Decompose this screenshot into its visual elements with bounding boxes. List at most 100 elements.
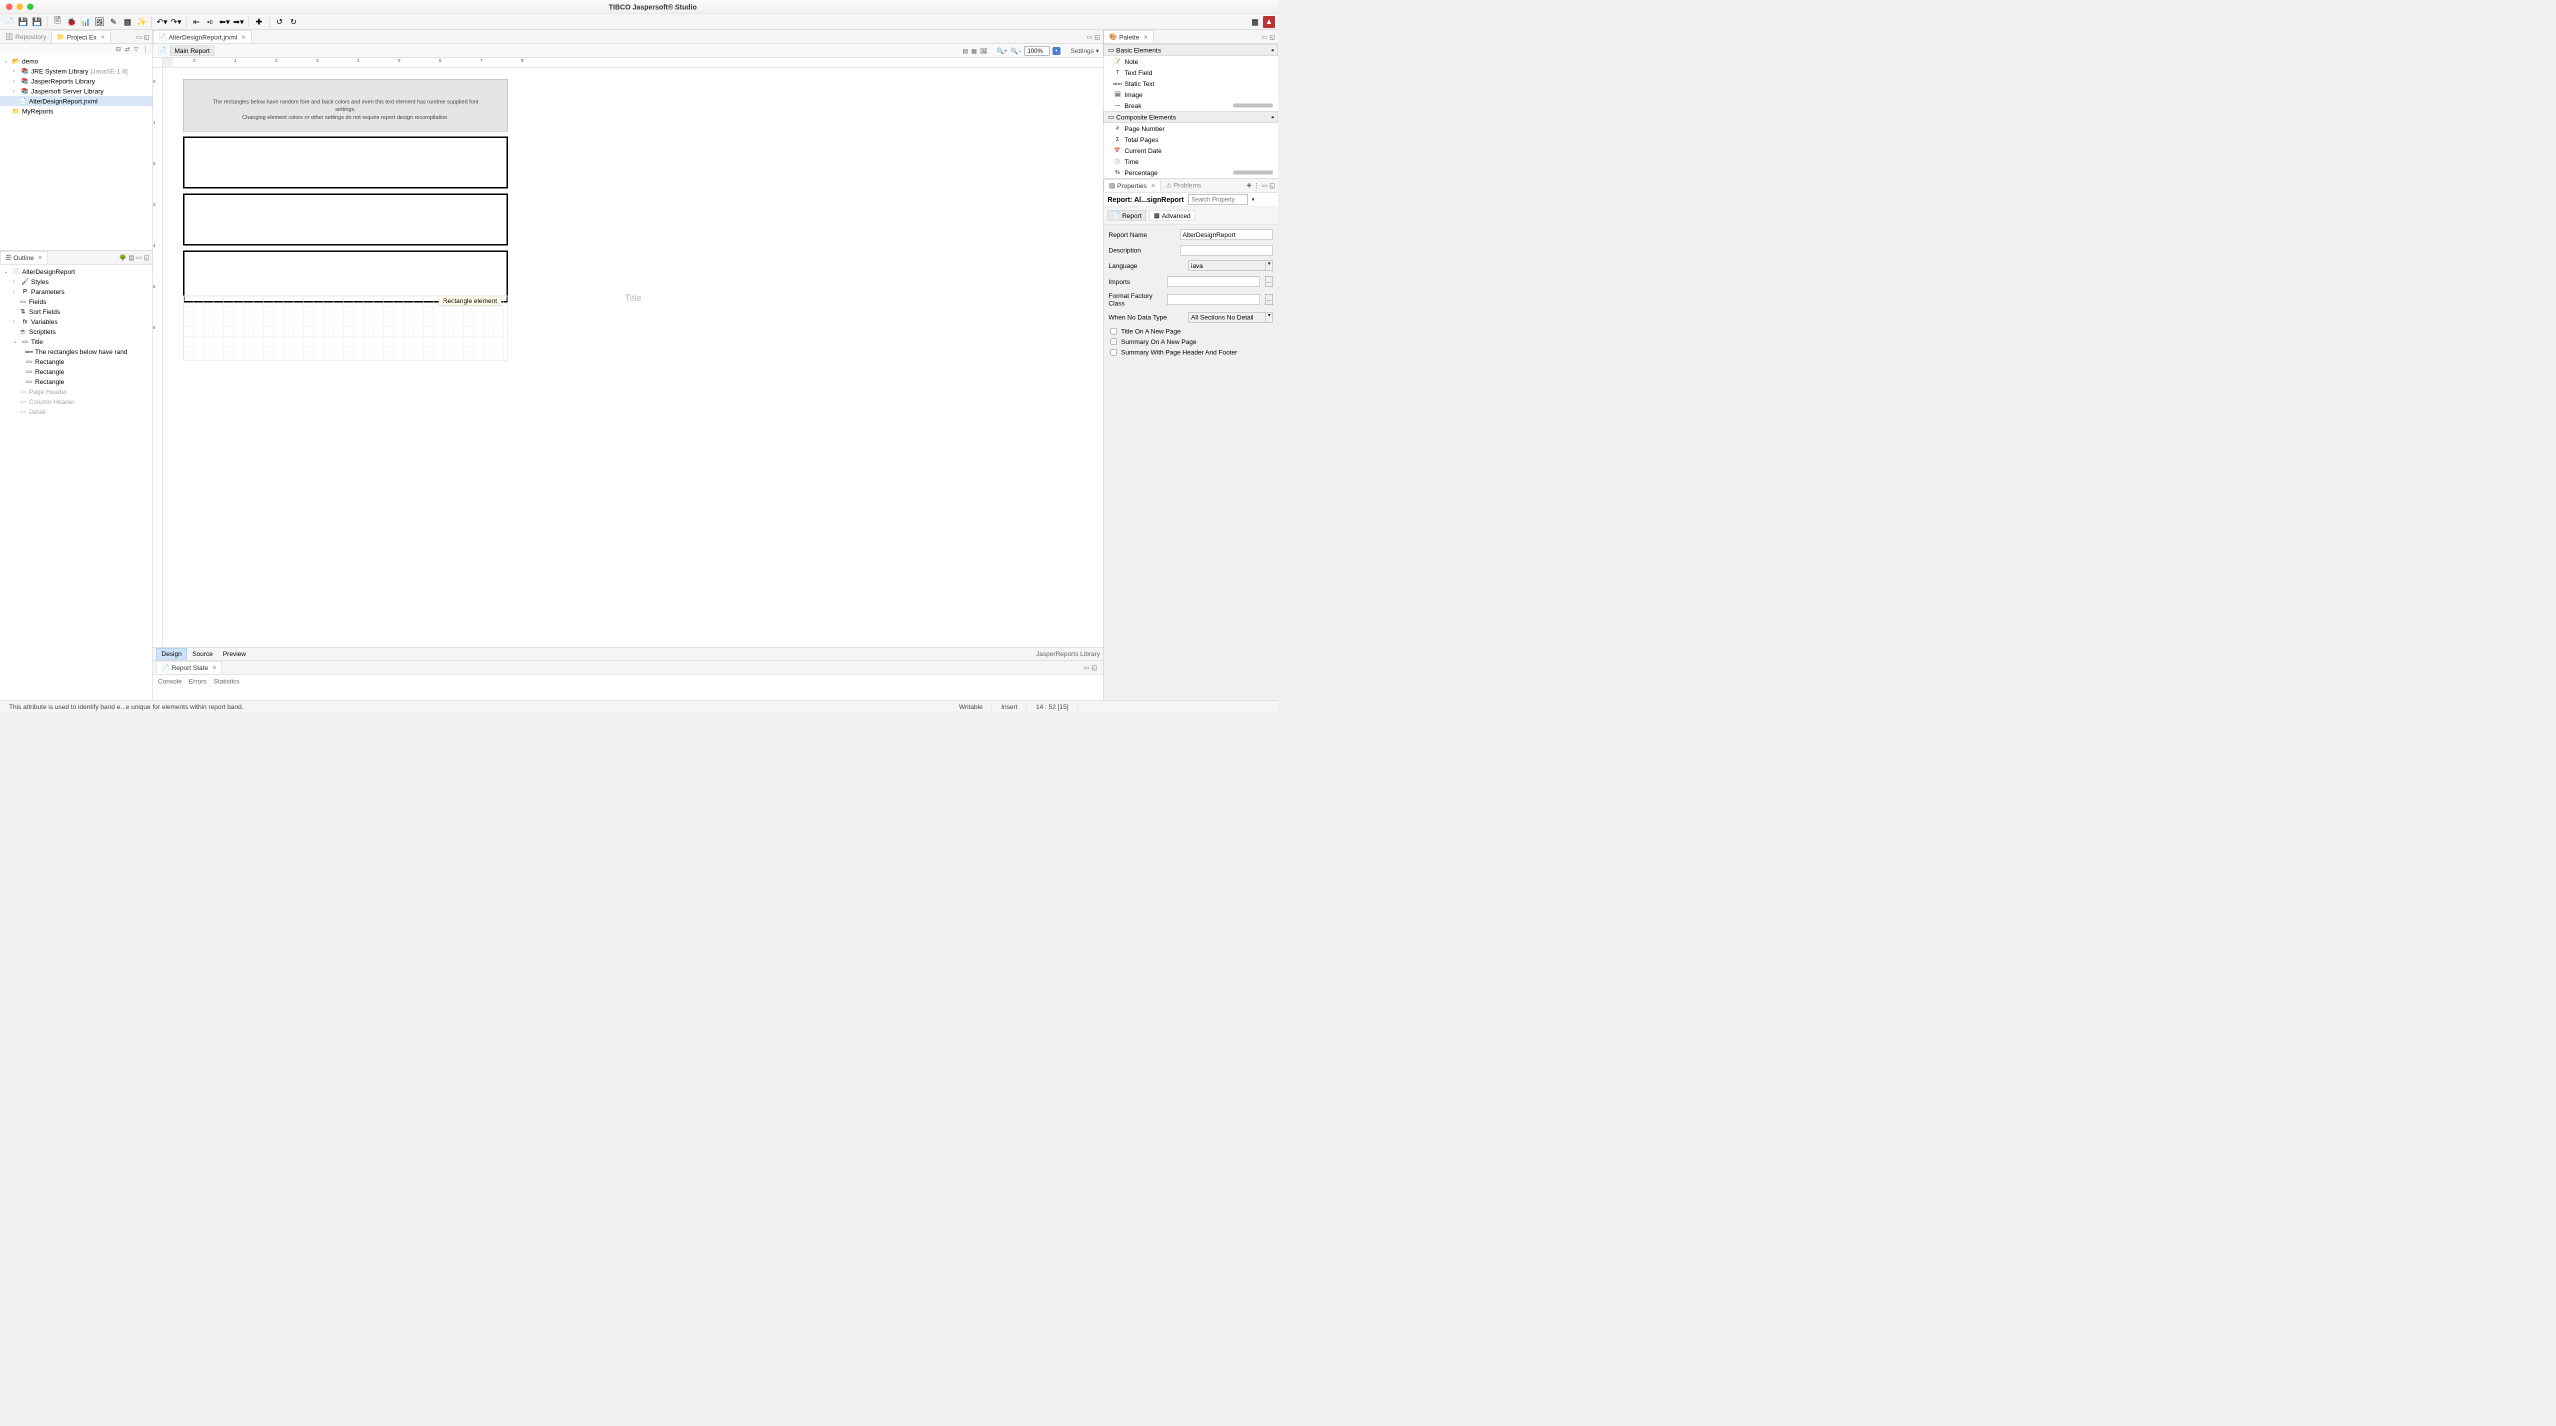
twisty-icon[interactable]: › [13, 289, 19, 295]
maximize-view-icon[interactable]: ◱ [1269, 182, 1275, 189]
chevron-down-icon[interactable]: ▾ [1252, 197, 1255, 203]
chk-summary-new-page[interactable] [1111, 339, 1118, 346]
outline-sort-fields[interactable]: ⇅ Sort Fields [0, 307, 153, 317]
new-icon[interactable]: 📄 [3, 16, 15, 28]
close-window-button[interactable] [6, 4, 13, 11]
close-icon[interactable]: ✕ [212, 664, 217, 671]
tree-item-jasperreports-lib[interactable]: › 📚 JasperReports Library [0, 76, 153, 86]
palette-item-textfield[interactable]: TText Field [1104, 67, 1279, 78]
twisty-icon[interactable]: › [13, 279, 19, 285]
palette-item-pagenumber[interactable]: #Page Number [1104, 123, 1279, 134]
close-icon[interactable]: ✕ [1143, 34, 1148, 41]
nav-back-icon[interactable]: ⇤ [191, 16, 203, 28]
tab-project-explorer[interactable]: 📁 Project Ex ✕ [51, 31, 110, 44]
search-property-input[interactable] [1188, 195, 1248, 205]
tab-repository[interactable]: 🗄 Repository [0, 31, 51, 43]
minimize-window-button[interactable] [17, 4, 24, 11]
btab-design[interactable]: Design [156, 648, 187, 660]
tab-problems[interactable]: ⚠ Problems [1161, 179, 1206, 191]
twisty-icon[interactable]: › [13, 68, 19, 74]
input-format-factory[interactable] [1167, 294, 1260, 305]
outline-title-band[interactable]: ⌄ ▭ Title [0, 337, 153, 347]
outline-rectangle-2[interactable]: ▭ Rectangle [0, 367, 153, 377]
save-all-icon[interactable]: 💾 [31, 16, 43, 28]
tab-editor-file[interactable]: 📄 AlterDesignReport.jrxml ✕ [153, 31, 251, 44]
rectangle-element-1[interactable] [183, 137, 508, 189]
new-props-icon[interactable]: ✚ [1247, 182, 1252, 189]
twisty-icon[interactable]: ⌄ [4, 269, 10, 275]
minimize-view-icon[interactable]: ▭ [1262, 33, 1268, 40]
palette-item-break[interactable]: —Break [1104, 100, 1279, 111]
close-icon[interactable]: ✕ [101, 34, 106, 41]
outline-rectangle-1[interactable]: ▭ Rectangle [0, 357, 153, 367]
twisty-icon[interactable]: ⌄ [4, 58, 10, 64]
close-icon[interactable]: ✕ [241, 34, 246, 41]
twisty-icon[interactable]: › [13, 78, 19, 84]
subtab-console[interactable]: Console [158, 678, 182, 686]
dropdown-icon[interactable]: ▾ [1265, 261, 1272, 271]
zoom-in-icon[interactable]: 🔍+ [996, 47, 1007, 54]
toggle-margins-icon[interactable]: ▦ [971, 47, 977, 54]
minimize-view-icon[interactable]: ▭ [136, 254, 142, 261]
btab-source[interactable]: Source [187, 649, 218, 660]
link-editor-icon[interactable]: ⇄ [125, 46, 130, 53]
tree-item-alterdesignreport[interactable]: 📄 AlterDesignReport.jrxml [0, 96, 153, 106]
settings-link[interactable]: Settings ▾ [1070, 47, 1099, 55]
design-canvas[interactable]: The rectangles below have random fore an… [163, 68, 1103, 647]
tab-properties[interactable]: ▤ Properties ✕ [1104, 179, 1161, 192]
image-icon[interactable]: 🖼 [94, 16, 106, 28]
subtab-errors[interactable]: Errors [189, 678, 207, 686]
back-history-icon[interactable]: ⬅▾ [219, 16, 231, 28]
palette-item-statictext[interactable]: labelStatic Text [1104, 78, 1279, 89]
export-icon[interactable]: 🖼 [980, 47, 988, 54]
save-icon[interactable]: 💾 [17, 16, 29, 28]
outline-flat-icon[interactable]: ▤ [128, 254, 134, 261]
scrollbar-thumb[interactable] [1233, 104, 1273, 108]
main-report-label[interactable]: Main Report [170, 46, 214, 57]
format-factory-browse-button[interactable]: ... [1265, 294, 1273, 305]
toggle-rulers-icon[interactable]: ▤ [963, 47, 969, 54]
add-icon[interactable]: ✚ [253, 16, 265, 28]
outline-text-element[interactable]: label The rectangles below have rand [0, 347, 153, 357]
outline-page-header[interactable]: ▭ Page Header [0, 387, 153, 397]
scrollbar-thumb[interactable] [1233, 171, 1273, 175]
outline-rectangle-3[interactable]: ▭ Rectangle [0, 377, 153, 387]
rectangle-element-2[interactable] [183, 194, 508, 246]
language-value[interactable]: iava [1189, 261, 1265, 271]
chart-icon[interactable]: 📊 [80, 16, 92, 28]
redo-dropdown-icon[interactable]: ↷▾ [170, 16, 182, 28]
title-band[interactable]: The rectangles below have random fore an… [183, 79, 508, 132]
close-icon[interactable]: ✕ [1151, 182, 1156, 189]
header-text-element[interactable]: The rectangles below have random fore an… [204, 99, 488, 122]
minimize-view-icon[interactable]: ▭ [1262, 182, 1268, 189]
maximize-view-icon[interactable]: ◱ [1269, 33, 1275, 40]
outline-variables[interactable]: › fx Variables [0, 317, 153, 327]
maximize-view-icon[interactable]: ◱ [144, 254, 150, 261]
perspective-icon[interactable]: ▦ [1249, 16, 1261, 28]
minimize-view-icon[interactable]: ▭ [1087, 33, 1093, 40]
outline-detail[interactable]: ▭ Detail [0, 407, 153, 417]
wand-icon[interactable]: ✨ [136, 16, 148, 28]
chk-title-new-page[interactable] [1111, 328, 1118, 335]
outline-scriptlets[interactable]: ☕ Scriptlets [0, 327, 153, 337]
palette-item-time[interactable]: 🕒Time [1104, 156, 1279, 167]
outline-column-header[interactable]: ▭ Column Header [0, 397, 153, 407]
imports-browse-button[interactable]: ... [1265, 276, 1273, 287]
close-icon[interactable]: ✕ [38, 254, 43, 261]
tree-item-myreports[interactable]: 📁 MyReports [0, 106, 153, 116]
outline-parameters[interactable]: › P Parameters [0, 287, 153, 297]
palette-item-percentage[interactable]: %Percentage [1104, 167, 1279, 178]
input-report-name[interactable] [1180, 230, 1273, 241]
forward-history-icon[interactable]: ➡▾ [233, 16, 245, 28]
zoom-input[interactable] [1024, 46, 1049, 56]
palette-item-image[interactable]: 🖼Image [1104, 89, 1279, 100]
undo-dropdown-icon[interactable]: ↶▾ [156, 16, 168, 28]
pin-icon[interactable]: ◂ [1271, 114, 1274, 120]
view-menu-icon[interactable]: ⋮ [1254, 182, 1260, 189]
btab-preview[interactable]: Preview [218, 649, 251, 660]
collapse-all-icon[interactable]: ⊟ [116, 46, 121, 53]
dataset-icon[interactable]: 🗎 [52, 16, 64, 28]
edit-icon[interactable]: ✎ [108, 16, 120, 28]
maximize-view-icon[interactable]: ◱ [1091, 664, 1097, 671]
tab-palette[interactable]: 🎨 Palette ✕ [1104, 31, 1154, 44]
